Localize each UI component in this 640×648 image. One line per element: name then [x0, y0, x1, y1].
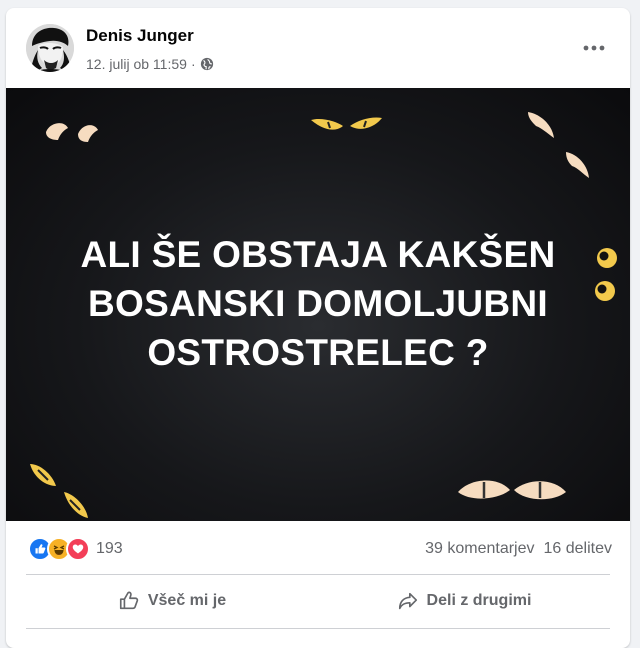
thumbs-up-icon: [118, 590, 140, 612]
meta-separator: ·: [190, 56, 196, 72]
like-button[interactable]: Všeč mi je: [26, 576, 318, 626]
post-meta: 12. julij ob 11:59 ·: [86, 55, 214, 73]
author-name[interactable]: Denis Junger: [86, 26, 194, 46]
share-arrow-icon: [397, 590, 419, 612]
post-actions: Všeč mi je Deli z drugimi: [26, 576, 610, 626]
love-reaction-icon: [66, 537, 90, 561]
globe-icon[interactable]: [200, 57, 214, 71]
comments-count[interactable]: 39 komentarjev: [425, 540, 534, 558]
post-date[interactable]: 12. julij ob 11:59: [86, 56, 187, 72]
reaction-count: 193: [96, 540, 123, 557]
share-button[interactable]: Deli z drugimi: [318, 576, 610, 626]
engagement-counts: 39 komentarjev 16 delitev: [425, 540, 612, 558]
post-header: Denis Junger 12. julij ob 11:59 ·: [6, 8, 630, 88]
post-card: Denis Junger 12. julij ob 11:59 · ALI ŠE…: [6, 8, 630, 648]
image-headline: ALI ŠE OBSTAJA KAKŠEN BOSANSKI DOMOLJUBN…: [80, 234, 556, 373]
avatar-portrait: [26, 24, 74, 72]
like-label: Všeč mi je: [147, 592, 227, 609]
divider: [26, 574, 610, 575]
shares-count[interactable]: 16 delitev: [544, 540, 613, 558]
post-stats: 193 39 komentarjev 16 delitev: [6, 528, 630, 572]
counts-gap: [535, 540, 544, 558]
avatar[interactable]: [26, 24, 74, 72]
ellipsis-icon: [583, 45, 605, 51]
divider: [26, 628, 610, 629]
more-options-button[interactable]: [576, 30, 612, 66]
post-image[interactable]: ALI ŠE OBSTAJA KAKŠEN BOSANSKI DOMOLJUBN…: [6, 88, 630, 521]
reactions-summary[interactable]: 193: [28, 537, 123, 561]
share-label: Deli z drugimi: [426, 592, 532, 609]
